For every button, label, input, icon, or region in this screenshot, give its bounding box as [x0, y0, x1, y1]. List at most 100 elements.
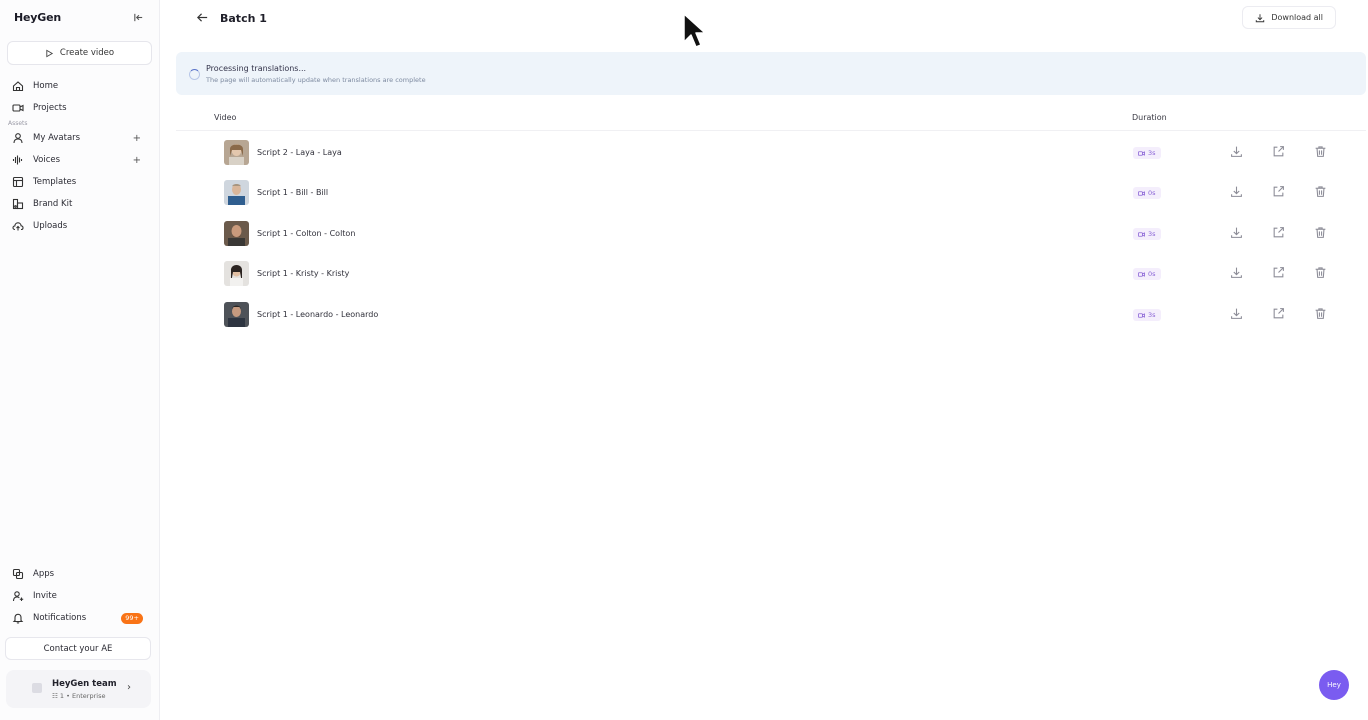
sidebar-item-label: Projects — [33, 103, 67, 113]
duration-value: 3s — [1148, 311, 1156, 319]
team-avatar — [32, 683, 42, 693]
add-voice-plus-icon[interactable]: + — [133, 155, 141, 166]
home-icon — [12, 81, 24, 92]
team-members-count: 1 — [59, 691, 65, 700]
sidebar-item-home[interactable]: Home — [0, 75, 159, 97]
duration-badge: 3s — [1133, 309, 1161, 321]
trash-icon[interactable] — [1314, 145, 1328, 159]
sidebar-item-label: Apps — [33, 569, 55, 579]
sidebar-item-label: Notifications — [33, 613, 87, 623]
trash-icon[interactable] — [1314, 266, 1328, 280]
sidebar-item-label: My Avatars — [33, 133, 81, 143]
team-info: HeyGen team ☷ 1 • Enterprise — [52, 679, 117, 700]
loading-spinner-icon — [189, 69, 200, 80]
page-header: Batch 1 Download all — [160, 0, 1368, 36]
banner-subtitle: The page will automatically update when … — [206, 76, 426, 84]
video-camera-icon — [1138, 150, 1145, 156]
video-title[interactable]: Script 1 - Bill - Bill — [257, 188, 328, 197]
waveform-icon — [12, 155, 23, 165]
video-thumbnail[interactable] — [224, 140, 249, 165]
duration-value: 3s — [1148, 230, 1156, 238]
sidebar-item-label: Invite — [33, 591, 57, 601]
heygen-logo[interactable]: HeyGen — [14, 11, 61, 24]
app-root: HeyGen Create video Home Projects Assets… — [0, 0, 1368, 720]
page-title: Batch 1 — [220, 11, 267, 25]
sidebar: HeyGen Create video Home Projects Assets… — [0, 0, 160, 720]
external-link-icon[interactable] — [1272, 185, 1286, 199]
sidebar-item-brand-kit[interactable]: Brand Kit — [0, 193, 159, 215]
add-avatar-plus-icon[interactable]: + — [133, 133, 141, 144]
notifications-count-badge: 99+ — [121, 612, 143, 624]
create-video-label: Create video — [59, 48, 115, 58]
download-icon[interactable] — [1230, 307, 1244, 321]
download-icon[interactable] — [1230, 185, 1244, 199]
video-camera-icon — [1138, 271, 1145, 277]
sidebar-item-uploads[interactable]: Uploads — [0, 215, 159, 237]
sidebar-item-apps[interactable]: Apps — [0, 563, 159, 585]
sidebar-item-templates[interactable]: Templates — [0, 171, 159, 193]
download-icon[interactable] — [1230, 145, 1244, 159]
back-arrow-icon[interactable] — [196, 11, 210, 25]
duration-badge: 0s — [1133, 268, 1161, 280]
table-row[interactable]: Script 1 - Bill - Bill 0s — [224, 180, 1368, 206]
team-details: ☷ 1 • Enterprise — [52, 692, 117, 700]
create-video-button[interactable]: Create video — [7, 41, 152, 65]
trash-icon[interactable] — [1314, 307, 1328, 321]
sidebar-item-projects[interactable]: Projects — [0, 97, 159, 119]
trash-icon[interactable] — [1314, 226, 1328, 240]
cloud-upload-icon — [12, 222, 24, 231]
sidebar-item-label: Brand Kit — [33, 199, 73, 209]
sidebar-item-voices[interactable]: Voices + — [0, 149, 159, 171]
user-plus-icon — [12, 591, 24, 602]
download-all-label: Download all — [1271, 13, 1323, 22]
play-icon — [46, 49, 53, 57]
table-row[interactable]: Script 1 - Kristy - Kristy 0s — [224, 261, 1368, 287]
external-link-icon[interactable] — [1272, 266, 1286, 280]
external-link-icon[interactable] — [1272, 226, 1286, 240]
sidebar-item-my-avatars[interactable]: My Avatars + — [0, 127, 159, 149]
video-thumbnail[interactable] — [224, 302, 249, 327]
team-switcher[interactable]: HeyGen team ☷ 1 • Enterprise › — [6, 670, 151, 708]
bell-icon — [12, 613, 24, 624]
video-camera-icon — [1138, 190, 1145, 196]
table-row[interactable]: Script 1 - Colton - Colton 3s — [224, 221, 1368, 247]
collapse-sidebar-icon[interactable] — [131, 10, 145, 24]
download-icon — [1256, 13, 1265, 22]
duration-badge: 3s — [1133, 228, 1161, 240]
contact-ae-button[interactable]: Contact your AE — [5, 637, 151, 660]
table-row[interactable]: Script 1 - Leonardo - Leonardo 3s — [224, 302, 1368, 328]
download-icon[interactable] — [1230, 226, 1244, 240]
trash-icon[interactable] — [1314, 185, 1328, 199]
duration-value: 0s — [1148, 270, 1156, 278]
table-header: Video Duration — [214, 113, 1368, 125]
table-row[interactable]: Script 2 - Laya - Laya 3s — [224, 140, 1368, 166]
external-link-icon[interactable] — [1272, 307, 1286, 321]
video-title[interactable]: Script 1 - Leonardo - Leonardo — [257, 310, 378, 319]
main-content: Batch 1 Download all Processing translat… — [160, 0, 1368, 720]
video-title[interactable]: Script 1 - Kristy - Kristy — [257, 269, 349, 278]
user-icon — [13, 133, 23, 144]
banner-title: Processing translations... — [206, 64, 307, 73]
video-thumbnail[interactable] — [224, 221, 249, 246]
duration-value: 3s — [1148, 149, 1156, 157]
video-thumbnail[interactable] — [224, 180, 249, 205]
sidebar-item-invite[interactable]: Invite — [0, 585, 159, 607]
chat-assistant-button[interactable]: Hey — [1319, 670, 1349, 700]
assets-section-label: Assets — [8, 120, 28, 127]
download-all-button[interactable]: Download all — [1242, 6, 1336, 29]
apps-icon — [12, 568, 24, 580]
video-title[interactable]: Script 1 - Colton - Colton — [257, 229, 355, 238]
video-camera-icon — [1138, 231, 1145, 237]
video-title[interactable]: Script 2 - Laya - Laya — [257, 148, 342, 157]
mouse-cursor-icon — [683, 13, 706, 48]
external-link-icon[interactable] — [1272, 145, 1286, 159]
sidebar-item-label: Uploads — [33, 221, 68, 231]
sidebar-item-notifications[interactable]: Notifications 99+ — [0, 607, 159, 629]
duration-value: 0s — [1148, 189, 1156, 197]
sidebar-item-label: Home — [33, 81, 59, 91]
download-icon[interactable] — [1230, 266, 1244, 280]
template-icon — [12, 176, 24, 188]
chevron-right-icon: › — [127, 682, 131, 693]
video-thumbnail[interactable] — [224, 261, 249, 286]
sidebar-nav: Home Projects Assets My Avatars + Voices… — [0, 75, 159, 237]
